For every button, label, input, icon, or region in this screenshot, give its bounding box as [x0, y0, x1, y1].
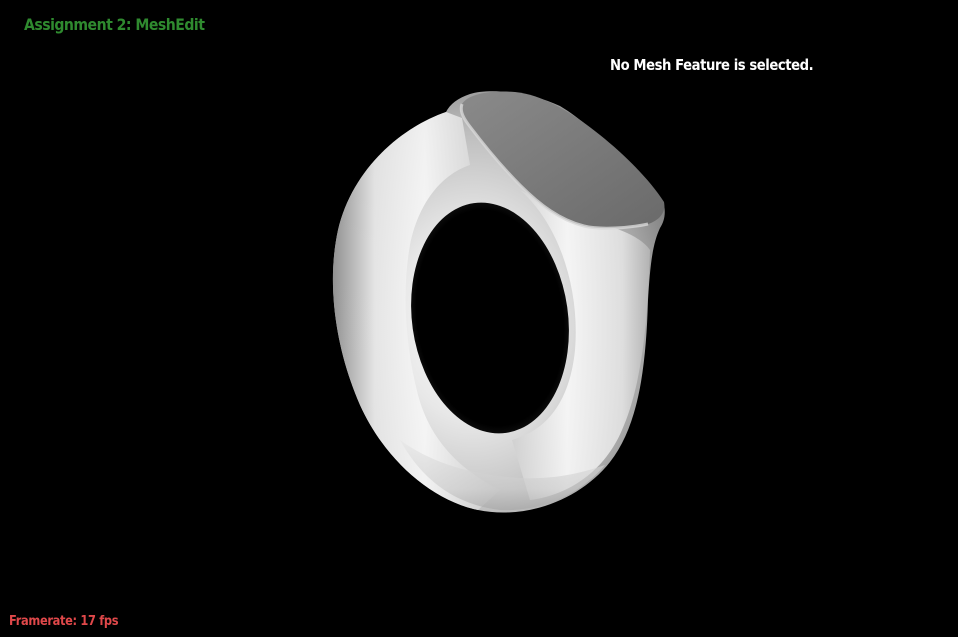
framerate-label: Framerate: 17 fps [9, 614, 119, 629]
app-title: Assignment 2: MeshEdit [24, 15, 205, 34]
mesh-viewport[interactable] [0, 0, 958, 633]
ring-mesh-render[interactable] [0, 0, 958, 633]
selection-status-text: No Mesh Feature is selected. [610, 56, 814, 74]
